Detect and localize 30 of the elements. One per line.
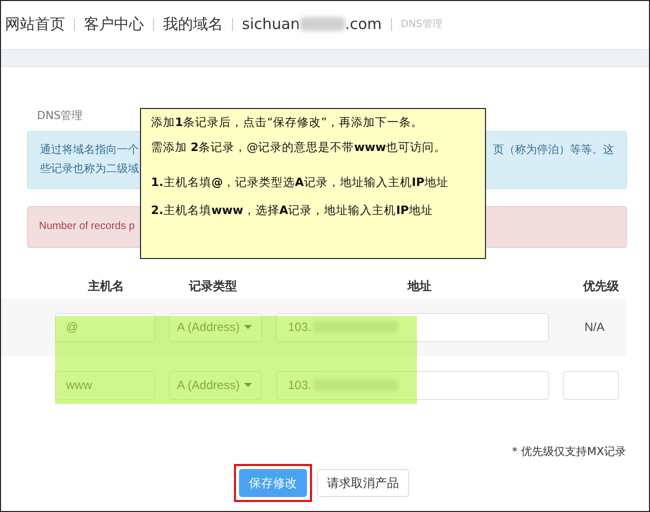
address-input[interactable]: 103. [276,312,549,342]
address-input[interactable]: 103. [276,370,549,400]
host-input[interactable]: www [55,370,155,400]
breadcrumb-link[interactable]: 客户中心 [84,14,144,34]
breadcrumb-current: DNS管理 [400,18,442,31]
blurred-text [300,17,345,31]
cancel-product-button[interactable]: 请求取消产品 [317,469,409,497]
breadcrumb-link[interactable]: sichuan [242,15,300,33]
record-type-dropdown[interactable]: A (Address) [169,370,262,400]
alert-text: Number of records p [39,220,135,232]
domain-suffix: .com [344,15,382,33]
record-type-dropdown[interactable]: A (Address) [169,312,262,342]
column-header: 记录类型 [189,278,237,294]
breadcrumb-link[interactable]: 网站首页 [5,14,65,34]
priority-input[interactable] [562,370,618,400]
footnote-text: * 优先级仅支持MX记录 [512,445,626,458]
section-title: DNS管理 [37,108,83,123]
column-header: 优先级 [583,278,619,294]
priority-text: N/A [584,320,604,334]
caret-icon [244,383,252,387]
info-text: 些记录也称为二级域 [40,161,139,177]
column-header: 地址 [408,278,432,294]
info-text: 通过将域名指向一个 [40,142,139,158]
column-header: 主机名 [88,278,124,294]
instruction-note: 添加1条记录后，点击“保存修改”，再添加下一条。 需添加 2条记录，@记录的意思是不带www也可访问。 1.主机名填@，记录类型选A记录，地址输入主机IP地址 2.主机名填www，选择A记录，地址输入主机IP地址 [140,108,486,259]
breadcrumb-link[interactable]: 我的域名 [163,14,223,34]
host-input[interactable]: @ [55,312,155,342]
save-button[interactable]: 保存修改 [239,469,307,497]
caret-icon [244,325,252,329]
info-text: 页（称为停泊）等等。这 [493,142,614,158]
